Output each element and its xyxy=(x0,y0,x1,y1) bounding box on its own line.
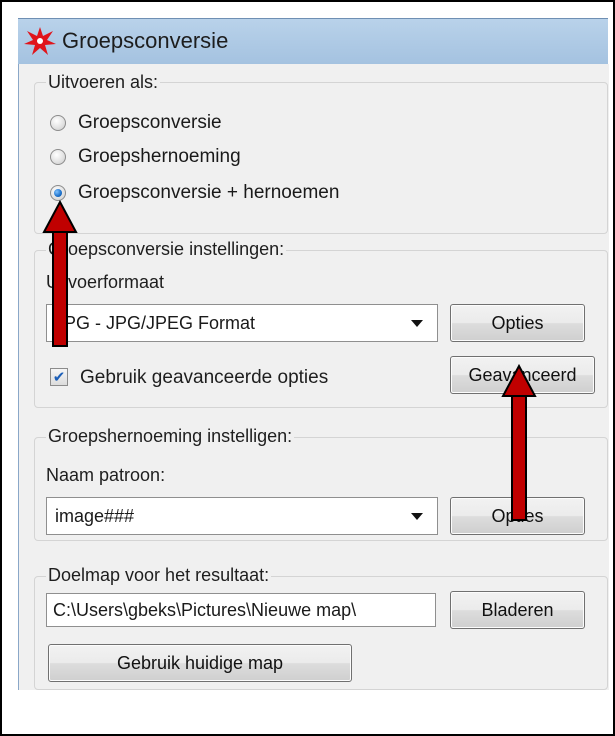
use-current-folder-button[interactable]: Gebruik huidige map xyxy=(48,644,352,682)
title-bar[interactable]: Groepsconversie xyxy=(18,18,608,65)
run-as-group-label: Uitvoeren als: xyxy=(46,72,161,93)
radio-label: Groepsconversie xyxy=(78,112,222,133)
annotation-arrow-left-icon xyxy=(42,199,78,347)
chevron-down-icon[interactable] xyxy=(411,512,423,520)
advanced-options-checkbox[interactable]: ✔ xyxy=(50,368,68,386)
chevron-down-icon[interactable] xyxy=(411,319,423,327)
radio-groepshernoeming[interactable]: Groepshernoeming xyxy=(50,146,241,168)
window-title: Groepsconversie xyxy=(62,28,229,53)
browse-button[interactable]: Bladeren xyxy=(450,591,585,629)
format-options-button[interactable]: Opties xyxy=(450,304,585,342)
radio-button[interactable] xyxy=(50,149,66,165)
conversion-settings-label: Groepsconversie instellingen: xyxy=(46,239,287,260)
destination-label: Doelmap voor het resultaat: xyxy=(46,565,272,586)
radio-label: Groepshernoeming xyxy=(78,146,241,167)
rename-settings-label: Groepshernoeming instelligen: xyxy=(46,426,295,447)
cropped-bottom-area xyxy=(2,690,613,734)
radio-groepsconversie[interactable]: Groepsconversie xyxy=(50,112,222,134)
output-format-select[interactable]: JPG - JPG/JPEG Format xyxy=(46,304,438,342)
name-pattern-value: image### xyxy=(55,505,135,526)
radio-button[interactable] xyxy=(50,115,66,131)
app-logo-icon xyxy=(24,27,56,55)
annotation-arrow-right-icon xyxy=(501,363,537,521)
output-format-value: JPG - JPG/JPEG Format xyxy=(55,312,256,333)
radio-button-selected[interactable] xyxy=(50,185,66,201)
name-pattern-label: Naam patroon: xyxy=(46,465,166,485)
advanced-options-label: Gebruik geavanceerde opties xyxy=(80,367,329,388)
radio-groepsconversie-hernoemen[interactable]: Groepsconversie + hernoemen xyxy=(50,182,339,204)
destination-path-field[interactable]: C:\Users\gbeks\Pictures\Nieuwe map\ xyxy=(46,593,436,627)
name-pattern-select[interactable]: image### xyxy=(46,497,438,535)
radio-label: Groepsconversie + hernoemen xyxy=(78,182,340,203)
